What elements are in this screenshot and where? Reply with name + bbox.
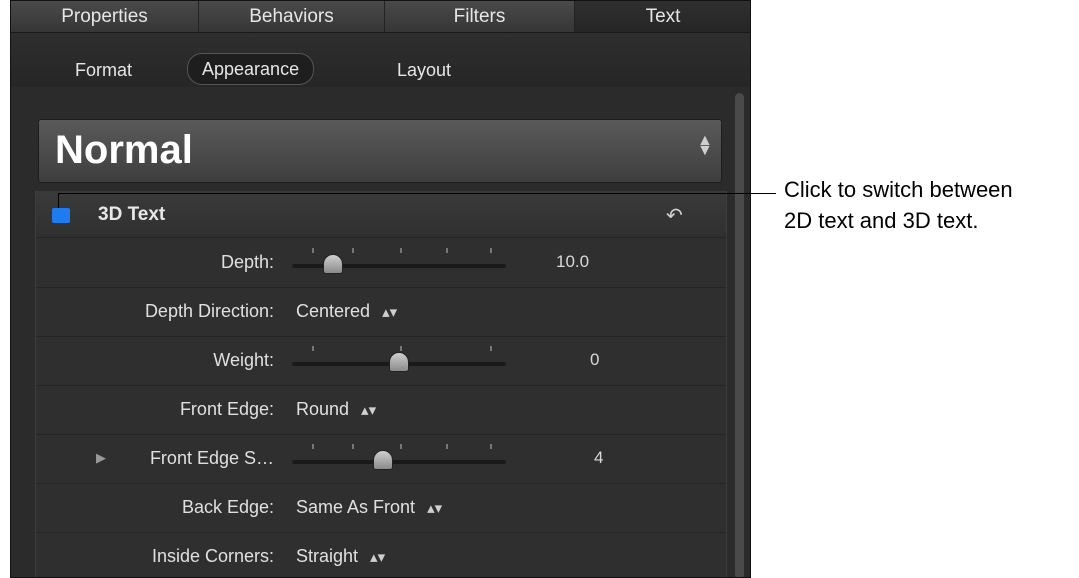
callout-line-2: 2D text and 3D text. (784, 208, 979, 233)
depth-direction-popup[interactable]: Centered ▴▾ (296, 301, 397, 322)
tab-filters[interactable]: Filters (385, 1, 575, 32)
disclosure-triangle-icon[interactable]: ▶ (96, 450, 106, 466)
front-edge-popup[interactable]: Round ▴▾ (296, 399, 376, 420)
depth-slider[interactable] (292, 248, 506, 274)
subtab-format[interactable]: Format (75, 55, 132, 85)
inspector-tabs: Properties Behaviors Filters Text (11, 1, 750, 33)
inside-corners-value: Straight (296, 546, 359, 566)
scrollbar[interactable] (735, 93, 744, 577)
back-edge-value: Same As Front (296, 497, 416, 517)
updown-arrow-icon: ▴▾ (382, 304, 398, 321)
callout-text: Click to switch between 2D text and 3D t… (784, 174, 1079, 236)
front-edge-size-label: Front Edge S… (149, 448, 274, 468)
tab-text[interactable]: Text (575, 1, 750, 32)
subtab-appearance[interactable]: Appearance (187, 53, 315, 85)
callout-line (58, 193, 776, 194)
3d-text-toggle[interactable] (52, 208, 70, 223)
group-title: 3D Text (98, 204, 166, 225)
front-edge-label: Front Edge: (179, 399, 274, 419)
front-edge-value: Round (296, 399, 350, 419)
callout-connector (58, 193, 59, 208)
group-header: 3D Text ↶ (36, 191, 726, 238)
front-edge-size-slider-knob[interactable] (373, 450, 394, 470)
row-front-edge-size: ▶ Front Edge S… 4 (36, 434, 726, 484)
callout-line-1: Click to switch between (784, 177, 1013, 202)
updown-arrow-icon: ▴▾ (370, 549, 386, 566)
tab-behaviors[interactable]: Behaviors (199, 1, 385, 32)
row-depth-direction: Depth Direction: Centered ▴▾ (36, 287, 726, 337)
text-subtabs: Format Appearance Layout (11, 33, 750, 87)
preset-stepper-icon: ▲ ▼ (697, 132, 713, 159)
tab-properties[interactable]: Properties (11, 1, 199, 32)
front-edge-size-slider[interactable] (292, 444, 506, 470)
reset-icon[interactable]: ↶ (666, 203, 683, 228)
depth-value[interactable]: 10.0 (556, 252, 589, 272)
updown-arrow-icon: ▴▾ (427, 500, 443, 517)
row-front-edge: Front Edge: Round ▴▾ (36, 385, 726, 435)
inside-corners-popup[interactable]: Straight ▴▾ (296, 546, 385, 567)
front-edge-size-value[interactable]: 4 (594, 448, 603, 468)
inside-corners-label: Inside Corners: (151, 546, 274, 566)
back-edge-label: Back Edge: (181, 497, 274, 517)
weight-label: Weight: (213, 350, 274, 370)
depth-direction-value: Centered (296, 301, 371, 321)
inspector-panel: Properties Behaviors Filters Text Format… (10, 0, 751, 578)
row-weight: Weight: 0 (36, 336, 726, 386)
weight-slider[interactable] (292, 346, 506, 372)
row-depth: Depth: 10.0 (36, 238, 726, 288)
updown-arrow-icon: ▴▾ (361, 402, 377, 419)
depth-slider-knob[interactable] (323, 254, 344, 274)
weight-value[interactable]: 0 (590, 350, 599, 370)
depth-direction-label: Depth Direction: (144, 301, 274, 321)
preset-name: Normal (55, 128, 193, 172)
back-edge-popup[interactable]: Same As Front ▴▾ (296, 497, 442, 518)
text-3d-group: 3D Text ↶ Depth: 10.0 Depth Direction: C… (35, 191, 727, 577)
weight-slider-knob[interactable] (389, 352, 409, 372)
preset-popup[interactable]: Normal ▲ ▼ (38, 119, 722, 183)
row-inside-corners: Inside Corners: Straight ▴▾ (36, 532, 726, 577)
subtab-layout[interactable]: Layout (397, 55, 451, 85)
row-back-edge: Back Edge: Same As Front ▴▾ (36, 483, 726, 533)
depth-label: Depth: (220, 252, 274, 272)
